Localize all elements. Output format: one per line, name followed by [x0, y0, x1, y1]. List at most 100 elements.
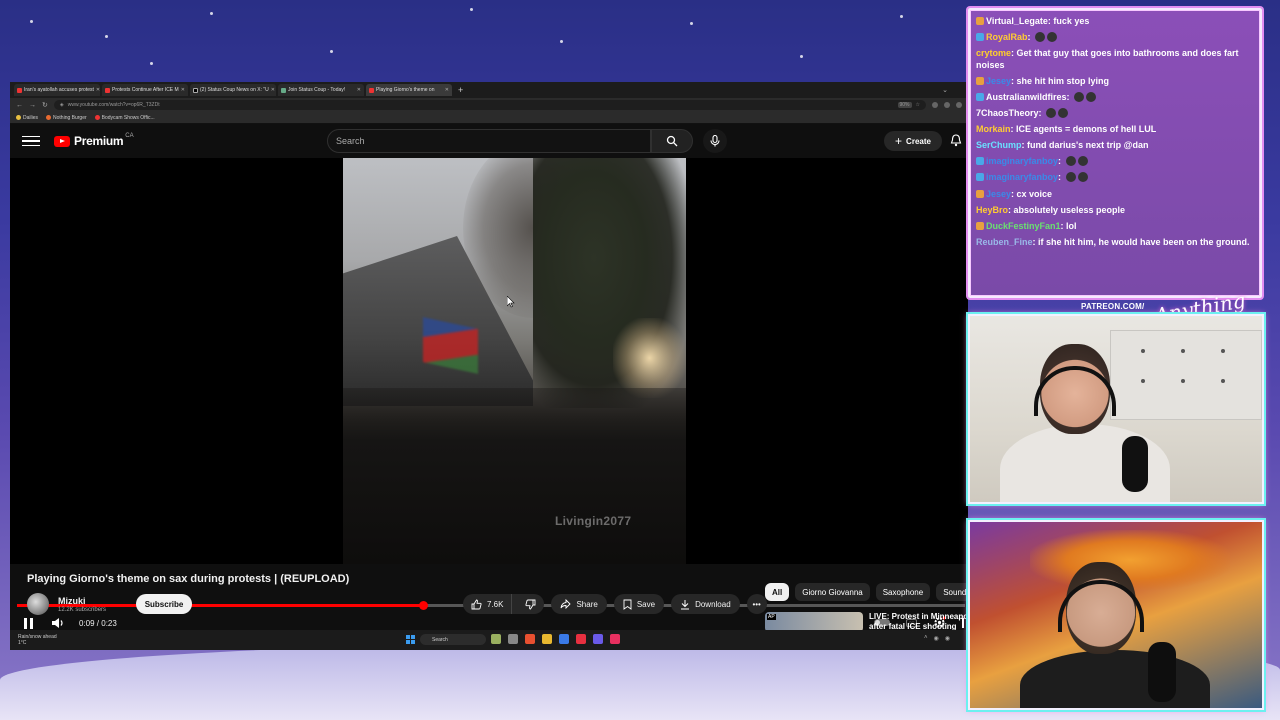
chip-saxophone[interactable]: Saxophone	[875, 583, 931, 601]
chat-username[interactable]: Morkain	[976, 124, 1011, 134]
chip-giorno-giovanna[interactable]: Giorno Giovanna	[795, 583, 870, 601]
browser-tab-2[interactable]: Protests Continue After ICE M ✕	[102, 84, 188, 96]
chat-username[interactable]: Reuben_Fine	[976, 237, 1033, 247]
video-player[interactable]: Livingin2077 0:09 / 0:23 CC	[10, 158, 968, 629]
chat-badge-icon	[976, 33, 984, 42]
folder-icon[interactable]	[542, 634, 552, 644]
video-frame[interactable]: Livingin2077	[343, 158, 686, 564]
app-icon[interactable]	[593, 634, 603, 644]
chat-emote-icon	[1077, 156, 1088, 167]
chat-message: RoyalRab:	[976, 32, 1254, 44]
crowd	[343, 388, 686, 564]
chat-username[interactable]: HeyBro	[976, 205, 1008, 215]
app-icon[interactable]	[610, 634, 620, 644]
close-icon[interactable]: ✕	[96, 87, 100, 93]
chat-username[interactable]: Australianwildfires	[986, 92, 1067, 102]
search-input[interactable]: Search	[327, 129, 651, 153]
chat-text: if she hit him, he would have been on th…	[1038, 236, 1250, 247]
chat-message: DuckFestinyFan1: lol	[976, 221, 1254, 233]
chevron-down-icon[interactable]: ⌄	[942, 86, 948, 94]
create-button[interactable]: + Create	[884, 131, 942, 151]
menu-icon[interactable]	[22, 135, 40, 147]
app-icon[interactable]	[559, 634, 569, 644]
chat-username[interactable]: crytome	[976, 48, 1011, 58]
chat-badge-icon	[976, 157, 984, 166]
zoom-badge[interactable]: 90%	[897, 102, 912, 108]
close-icon[interactable]: ✕	[357, 87, 361, 93]
new-tab-button[interactable]: +	[454, 85, 463, 95]
time-display: 0:09 / 0:23	[79, 618, 117, 628]
app-icon[interactable]	[525, 634, 535, 644]
more-actions-button[interactable]: •••	[746, 594, 767, 614]
share-button[interactable]: Share	[551, 594, 607, 614]
subscribe-button[interactable]: Subscribe	[136, 594, 193, 614]
chat-username[interactable]: imaginaryfanboy	[986, 156, 1058, 166]
close-icon[interactable]: ✕	[445, 87, 449, 93]
star-icon[interactable]: ☆	[916, 102, 920, 108]
bookmarks-bar: Dailies Nothing Burger Bodycam Shows Off…	[10, 112, 968, 124]
bookmark-nothing-burger[interactable]: Nothing Burger	[46, 115, 87, 121]
bookmark-bodycam[interactable]: Bodycam Shows Offic...	[94, 115, 155, 121]
extension-icon[interactable]	[932, 102, 938, 108]
microphone	[1122, 436, 1148, 492]
like-button[interactable]: 7.6K	[463, 594, 513, 614]
back-arrow-icon[interactable]: ←	[16, 102, 23, 109]
app-icon[interactable]	[508, 634, 518, 644]
taskbar-search[interactable]: Search	[420, 634, 486, 645]
extension-icon[interactable]	[956, 102, 962, 108]
chat-message: Jesey: cx voice	[976, 189, 1254, 201]
folder-icon	[16, 114, 21, 120]
app-icon[interactable]: ◉	[945, 635, 950, 642]
scrubber-handle[interactable]	[418, 601, 428, 610]
youtube-logo[interactable]: Premium CA	[54, 133, 134, 148]
chat-username[interactable]: Jesey	[986, 76, 1011, 86]
plus-icon: +	[895, 134, 903, 148]
forward-arrow-icon[interactable]: →	[29, 102, 36, 109]
reload-icon[interactable]: ↻	[42, 101, 48, 109]
chevron-up-icon[interactable]: ˄	[924, 635, 928, 642]
channel-avatar[interactable]	[27, 593, 49, 615]
app-icon[interactable]: ◉	[934, 635, 939, 642]
chat-username[interactable]: SerChump	[976, 140, 1022, 150]
weather-widget[interactable]: Rain/snow ahead 1°C	[18, 634, 57, 646]
download-button[interactable]: Download	[671, 594, 740, 614]
chat-separator: :	[1038, 108, 1045, 119]
recommended-title[interactable]: LIVE: Protest in Minneapo after fatal IC…	[869, 612, 968, 632]
app-icon[interactable]	[576, 634, 586, 644]
bookmark-dailies[interactable]: Dailies	[16, 115, 38, 121]
chat-username[interactable]: 7ChaosTheory	[976, 108, 1039, 118]
youtube-play-icon	[54, 135, 70, 147]
browser-tab-4[interactable]: Join Status Coup - Today! ✕	[278, 84, 364, 96]
close-icon[interactable]: ✕	[271, 87, 275, 93]
webcam-top	[968, 314, 1264, 504]
close-icon[interactable]: ✕	[181, 87, 185, 93]
chip-all[interactable]: All	[765, 583, 790, 601]
chat-username[interactable]: RoyalRab	[986, 32, 1028, 42]
chat-username[interactable]: Jesey	[986, 189, 1011, 199]
app-icon[interactable]	[491, 634, 501, 644]
save-button[interactable]: Save	[613, 594, 665, 614]
browser-tab-5-active[interactable]: Playing Giorno's theme on ✕	[366, 84, 452, 96]
dislike-button[interactable]	[517, 594, 544, 614]
browser-tab-3[interactable]: (2) Status Coup News on X: "U ✕	[190, 84, 276, 96]
windows-start-icon[interactable]	[406, 635, 415, 644]
recommendation-chips: All Giorno Giovanna Saxophone Sound	[765, 583, 968, 601]
url-field[interactable]: ◈ www.youtube.com/watch?v=op6R_T3ZDt 90%…	[53, 100, 926, 110]
notifications-bell-icon[interactable]	[950, 134, 962, 152]
url-text: www.youtube.com/watch?v=op6R_T3ZDt	[67, 102, 160, 108]
recommended-video[interactable]: AP LIVE: Protest in Minneapo after fatal…	[765, 612, 968, 632]
search-button[interactable]	[651, 129, 693, 153]
cabinet	[1110, 330, 1262, 420]
channel-name[interactable]: Mizuki	[58, 596, 106, 606]
voice-search-button[interactable]	[703, 129, 727, 153]
volume-icon[interactable]	[51, 617, 65, 629]
chat-username[interactable]: imaginaryfanboy	[986, 172, 1058, 182]
chip-sound[interactable]: Sound	[936, 583, 968, 601]
chat-message: Morkain: ICE agents = demons of hell LUL	[976, 124, 1254, 136]
recommended-thumbnail[interactable]: AP	[765, 612, 863, 632]
pause-icon[interactable]	[24, 617, 33, 629]
extension-icon[interactable]	[944, 102, 950, 108]
browser-tab-1[interactable]: Iran's ayatollah accuses protest ✕	[14, 84, 100, 96]
chat-username[interactable]: DuckFestinyFan1	[986, 221, 1061, 231]
chat-username[interactable]: Virtual_Legate	[986, 16, 1048, 26]
